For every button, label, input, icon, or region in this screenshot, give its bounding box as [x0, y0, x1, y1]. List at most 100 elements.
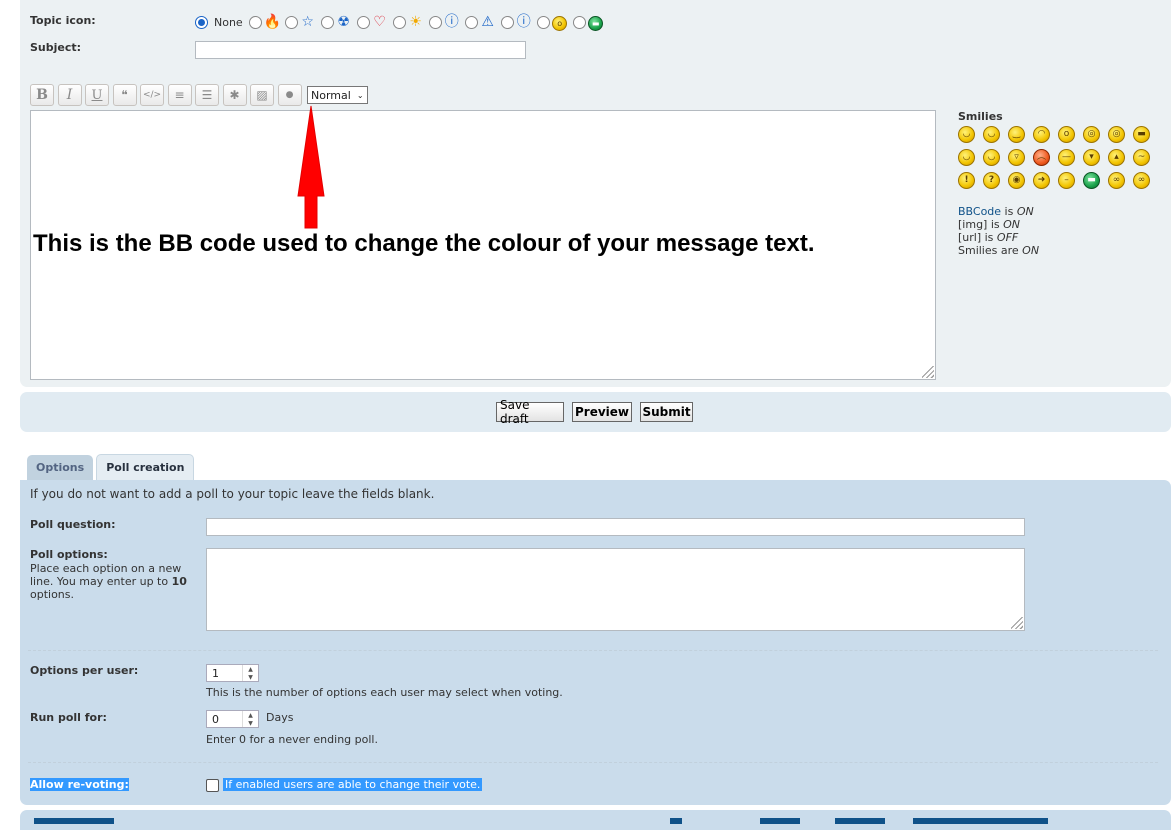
resize-handle[interactable]	[922, 366, 934, 378]
smiley-icon[interactable]: ◡	[983, 149, 1000, 166]
smiley-icon[interactable]: ∞	[1108, 172, 1125, 189]
footer-link-fragment[interactable]	[34, 818, 114, 824]
list-icon: ≡	[174, 88, 185, 102]
subject-input[interactable]	[195, 41, 526, 59]
poll-question-input[interactable]	[206, 518, 1025, 536]
smiley-icon[interactable]: ◡	[983, 126, 1000, 143]
topic-icon-grin-radio[interactable]	[572, 15, 586, 29]
topic-icon-question-radio[interactable]	[428, 15, 442, 29]
save-draft-button[interactable]: Save draft	[496, 398, 564, 426]
font-size-value: Normal	[311, 88, 351, 102]
sun-icon: ☀	[409, 14, 422, 30]
options-tabs: Options Poll creation	[27, 453, 197, 480]
chevron-down-icon: ⌄	[356, 90, 364, 100]
options-per-user-label: Options per user:	[30, 664, 139, 677]
run-poll-stepper[interactable]: 0 ▲ ▼	[206, 710, 259, 728]
underline-button[interactable]: U	[85, 84, 109, 106]
chevron-down-icon: ▼	[248, 673, 253, 681]
font-size-select[interactable]: Normal ⌄	[307, 86, 368, 104]
topic-icon-warning-radio[interactable]	[464, 15, 478, 29]
topic-icon-heart-radio[interactable]	[356, 15, 370, 29]
resize-handle[interactable]	[1011, 617, 1023, 629]
droplet-icon: ●	[285, 90, 294, 100]
fire-icon: 🔥	[263, 14, 282, 30]
asterisk-icon: ✱	[229, 88, 240, 102]
bold-button[interactable]: B	[30, 84, 54, 106]
topic-icon-none-label: None	[214, 15, 243, 29]
colour-button[interactable]: ●	[277, 84, 302, 106]
smiley-icon[interactable]: ◎	[1083, 126, 1100, 143]
code-button[interactable]: </>	[140, 84, 164, 106]
smiley-icon[interactable]: ▬	[1133, 126, 1150, 143]
footer-icon-fragment[interactable]	[835, 818, 885, 824]
poll-options-textarea[interactable]	[206, 548, 1025, 631]
grin-smiley-icon: ▬	[588, 14, 604, 31]
quote-icon: ❝	[121, 88, 128, 102]
topic-icon-none-radio[interactable]	[195, 15, 208, 29]
smiley-icon[interactable]: ◡	[958, 149, 975, 166]
poll-intro-text: If you do not want to add a poll to your…	[30, 487, 435, 501]
smiley-icon[interactable]: ︵	[1033, 149, 1050, 166]
smiley-icon[interactable]: ▴	[1108, 149, 1125, 166]
run-poll-value: 0	[212, 712, 219, 726]
subject-label: Subject:	[30, 41, 82, 54]
topic-icon-star-radio[interactable]	[284, 15, 298, 29]
red-arrow-icon	[297, 105, 325, 229]
options-per-user-stepper[interactable]: 1 ▲ ▼	[206, 664, 259, 682]
preview-button[interactable]: Preview	[572, 402, 632, 422]
annotation-text: This is the BB code used to change the c…	[33, 230, 815, 257]
smiley-icon[interactable]: ➜	[1033, 172, 1050, 189]
topic-icon-label: Topic icon:	[30, 14, 96, 27]
smiley-icon[interactable]: ◎	[1108, 126, 1125, 143]
chevron-up-icon: ▲	[248, 711, 253, 719]
topic-icon-fire-radio[interactable]	[248, 15, 262, 29]
topic-icon-sun-radio[interactable]	[392, 15, 406, 29]
question-icon: ⓘ	[444, 14, 459, 30]
smiley-icon[interactable]: ◉	[1008, 172, 1025, 189]
smiley-icon[interactable]: ▬	[1083, 172, 1100, 189]
smiley-icon[interactable]: !	[958, 172, 975, 189]
stepper-arrows[interactable]: ▲ ▼	[242, 665, 258, 681]
run-poll-hint: Enter 0 for a never ending poll.	[206, 733, 378, 746]
topic-icon-surprised-radio[interactable]	[536, 15, 550, 29]
topic-icon-options: None 🔥 ☆ ☢ ♡ ☀ ⓘ ⚠ ⓘ o ▬	[195, 13, 609, 31]
ordered-list-icon: ☰	[201, 88, 213, 102]
divider	[28, 762, 1158, 763]
poll-options-label: Poll options:	[30, 548, 108, 561]
smiley-icon[interactable]: ▾	[1083, 149, 1100, 166]
chevron-down-icon: ▼	[248, 719, 253, 727]
surprised-smiley-icon: o	[552, 14, 568, 31]
image-button[interactable]: ▨	[250, 84, 274, 106]
smiley-icon[interactable]: o	[1058, 126, 1075, 143]
italic-button[interactable]: I	[57, 84, 82, 106]
bbcode-link[interactable]: BBCode	[958, 205, 1001, 218]
tab-options[interactable]: Options	[27, 455, 94, 480]
smiley-icon[interactable]: ◠	[1033, 126, 1050, 143]
ordered-list-button[interactable]: ☰	[195, 84, 219, 106]
smilies-title: Smilies	[958, 110, 1003, 123]
stepper-arrows[interactable]: ▲ ▼	[242, 711, 258, 727]
quote-button[interactable]: ❝	[112, 84, 137, 106]
list-button[interactable]: ≡	[167, 84, 192, 106]
smiley-icon[interactable]: ∞	[1133, 172, 1150, 189]
smiley-icon[interactable]: ?	[983, 172, 1000, 189]
topic-icon-radioactive-radio[interactable]	[320, 15, 334, 29]
poll-question-label: Poll question:	[30, 518, 116, 531]
smiley-icon[interactable]: –	[1058, 172, 1075, 189]
footer-icon-fragment[interactable]	[913, 818, 1048, 824]
topic-icon-info-radio[interactable]	[500, 15, 514, 29]
smiley-icon[interactable]: ~	[1133, 149, 1150, 166]
allow-revoting-checkbox[interactable]	[206, 779, 219, 792]
smiley-icon[interactable]: ▿	[1008, 149, 1025, 166]
code-icon: </>	[142, 90, 162, 100]
star-icon: ☆	[301, 14, 314, 30]
smiley-icon[interactable]: —	[1058, 149, 1075, 166]
run-poll-unit: Days	[266, 711, 294, 724]
smiley-icon[interactable]: ◡	[958, 126, 975, 143]
smiley-icon[interactable]: ‿	[1008, 126, 1025, 143]
list-item-button[interactable]: ✱	[222, 84, 247, 106]
footer-icon-fragment[interactable]	[670, 818, 682, 824]
footer-icon-fragment[interactable]	[760, 818, 800, 824]
tab-poll-creation[interactable]: Poll creation	[96, 454, 195, 480]
submit-button[interactable]: Submit	[640, 402, 693, 422]
